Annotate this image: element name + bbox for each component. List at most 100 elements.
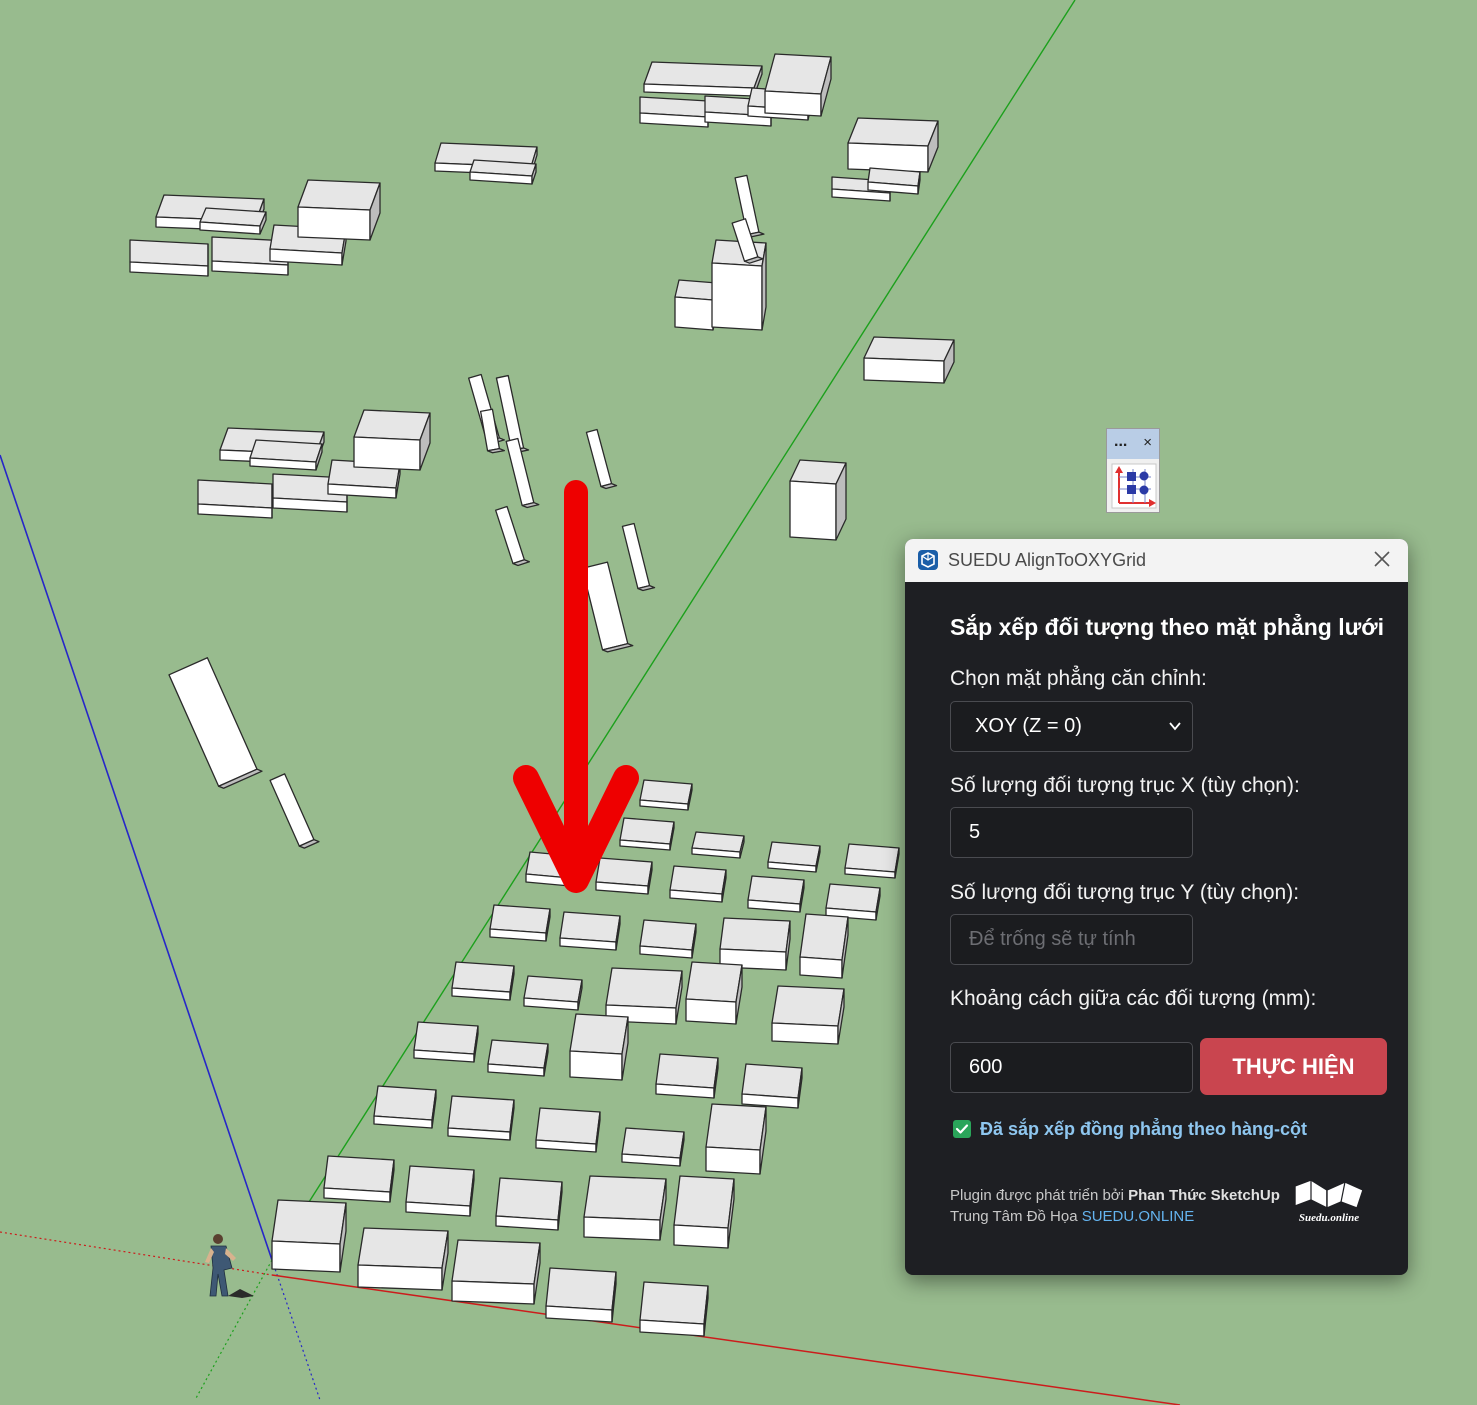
block-front — [863, 357, 945, 384]
block-front — [771, 1022, 839, 1045]
plank — [585, 428, 613, 488]
block-front — [711, 262, 763, 331]
spacing-label: Khoảng cách giữa các đối tượng (mm): — [950, 987, 1317, 1010]
block-top — [719, 917, 791, 953]
block-front — [685, 998, 737, 1025]
plank — [494, 505, 526, 565]
dialog-title: SUEDU AlignToOXYGrid — [948, 550, 1147, 570]
slab-top — [447, 1095, 515, 1133]
slab-top — [559, 911, 621, 943]
slab-top — [495, 1177, 563, 1221]
slab-top — [487, 1039, 549, 1069]
close-icon[interactable] — [1370, 547, 1394, 571]
block-top — [771, 985, 845, 1027]
block-top — [353, 409, 431, 441]
block-front — [297, 206, 371, 241]
toolbar-close-button[interactable]: × — [1143, 434, 1152, 451]
slab-top — [741, 1063, 803, 1099]
slab-top — [489, 904, 551, 934]
run-button[interactable]: THỰC HIỆN — [1200, 1038, 1387, 1095]
block-front — [673, 1224, 729, 1249]
y-count-input[interactable]: Để trống sẽ tự tính — [950, 914, 1193, 965]
block-top — [705, 1103, 767, 1151]
plank — [479, 408, 501, 452]
block-top — [583, 1175, 667, 1221]
block-front — [764, 90, 822, 117]
slab-top — [373, 1085, 437, 1121]
logo-text: Suedu.online — [1299, 1212, 1359, 1224]
y-count-placeholder: Để trống sẽ tự tính — [969, 928, 1136, 950]
credit-center-line: Trung Tâm Đồ Họa SUEDU.ONLINE — [950, 1208, 1194, 1225]
slab-top — [639, 919, 697, 951]
toolbar-title: ... — [1114, 433, 1128, 450]
block-top — [764, 53, 832, 95]
align-dialog: SUEDU AlignToOXYGrid Sắp xếp đối tượng t… — [905, 539, 1408, 1275]
block-top — [799, 913, 849, 961]
plane-select[interactable]: XOY (Z = 0) — [950, 701, 1193, 752]
block-front — [569, 1050, 623, 1081]
plank — [505, 437, 535, 507]
plank — [269, 773, 315, 847]
align-grid-tool-button[interactable] — [1111, 463, 1157, 509]
slab-top — [825, 883, 881, 913]
block-top — [569, 1013, 629, 1055]
slab-top — [595, 857, 653, 887]
plank — [621, 522, 651, 590]
blue-z-axis — [0, 454, 273, 1261]
x-count-label: Số lượng đối tượng trục X (tùy chọn): — [950, 774, 1300, 797]
chevron-down-icon — [1169, 722, 1181, 731]
block-front — [583, 1216, 661, 1241]
slab-top — [405, 1165, 475, 1207]
block-front — [357, 1264, 443, 1291]
sorted-checkbox[interactable] — [953, 1120, 971, 1138]
slab-top — [655, 1053, 719, 1089]
slab-top — [747, 875, 805, 905]
credit-line: Plugin được phát triển bởi Phan Thức Ske… — [950, 1187, 1280, 1204]
dialog-titlebar[interactable]: SUEDU AlignToOXYGrid — [905, 539, 1408, 582]
block-front — [847, 142, 929, 173]
slab-top — [413, 1021, 479, 1055]
block-top — [271, 1199, 347, 1245]
block-front — [674, 296, 714, 331]
dialog-body: Sắp xếp đối tượng theo mặt phẳng lưới Ch… — [905, 582, 1408, 1275]
plank — [168, 657, 258, 787]
block-top — [297, 179, 381, 211]
block-top — [847, 117, 939, 147]
block-top — [451, 1239, 541, 1285]
sketchup-app-icon — [918, 550, 938, 570]
block-front — [271, 1240, 341, 1273]
slab-top — [197, 479, 273, 509]
y-count-label: Số lượng đối tượng trục Y (tùy chọn): — [950, 881, 1300, 904]
credit-center-prefix: Trung Tâm Đồ Họa — [950, 1208, 1082, 1225]
plane-label: Chọn mặt phẳng căn chỉnh: — [950, 667, 1207, 690]
slab-top — [621, 1127, 685, 1159]
check-icon — [955, 1124, 969, 1134]
spacing-value: 600 — [969, 1056, 1003, 1078]
credit-author: Phan Thức SketchUp — [1128, 1187, 1280, 1204]
slab-top — [535, 1107, 601, 1145]
sorted-checkbox-label[interactable]: Đã sắp xếp đồng phẳng theo hàng-cột — [980, 1119, 1307, 1140]
slab-top — [451, 961, 515, 993]
slab-top — [639, 1281, 709, 1325]
suedu-logo-icon: Suedu.online — [1294, 1179, 1364, 1224]
block-top — [673, 1175, 735, 1229]
block-front — [353, 436, 421, 471]
slab-top — [669, 865, 727, 895]
spacing-input[interactable]: 600 — [950, 1042, 1193, 1093]
plugin-toolbar: ... × — [1106, 428, 1160, 513]
green-y-axis-dotted — [194, 1259, 273, 1401]
slab-top — [844, 843, 900, 873]
slab-top — [323, 1155, 395, 1193]
red-arrow-down-icon — [513, 480, 639, 893]
block-front — [705, 1146, 761, 1175]
credit-site-link[interactable]: SUEDU.ONLINE — [1082, 1208, 1195, 1225]
red-x-axis — [271, 1274, 1181, 1405]
slab-top — [545, 1267, 617, 1311]
block-top — [357, 1227, 449, 1269]
block-top — [605, 967, 683, 1009]
block-front — [451, 1280, 535, 1305]
x-count-input[interactable]: 5 — [950, 807, 1193, 858]
align-grid-icon — [1111, 463, 1157, 509]
plane-select-value: XOY (Z = 0) — [975, 715, 1082, 737]
block-top — [863, 336, 955, 362]
